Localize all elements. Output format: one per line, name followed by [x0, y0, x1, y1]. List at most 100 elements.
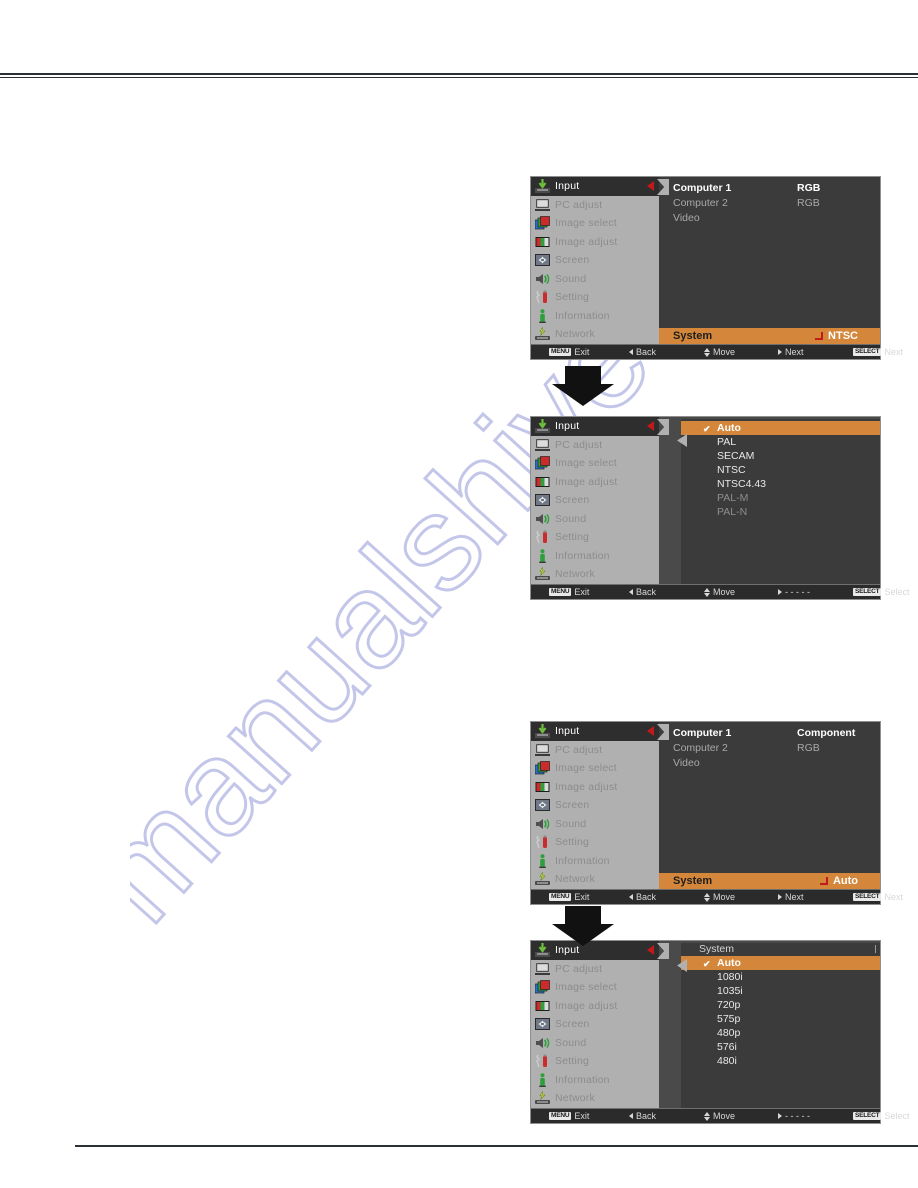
- sidebar-item-network[interactable]: Network: [531, 325, 659, 344]
- sidebar-item-image-adjust[interactable]: Image adjust: [531, 233, 659, 252]
- system-row[interactable]: System Auto: [659, 873, 880, 889]
- sidebar-item-information[interactable]: Information: [531, 1071, 659, 1090]
- status-next[interactable]: Next: [778, 347, 804, 357]
- sidebar-item-image-select[interactable]: Image select: [531, 454, 659, 473]
- image-adjust-icon: [535, 475, 550, 489]
- status-exit[interactable]: MENU Exit: [549, 587, 589, 597]
- sidebar-item-image-adjust[interactable]: Image adjust: [531, 778, 659, 797]
- info-icon: [535, 854, 550, 868]
- status-label: - - - - -: [785, 1111, 810, 1121]
- status-back[interactable]: Back: [629, 587, 656, 597]
- sidebar-item-sound[interactable]: Sound: [531, 270, 659, 289]
- table-row[interactable]: Video: [659, 756, 880, 771]
- sidebar-item-screen[interactable]: Screen: [531, 1015, 659, 1034]
- sidebar-item-pc-adjust[interactable]: PC adjust: [531, 196, 659, 215]
- table-row[interactable]: Video: [659, 211, 880, 226]
- sidebar-item-label: Network: [555, 873, 595, 886]
- sidebar-item-pc-adjust[interactable]: PC adjust: [531, 741, 659, 760]
- status-select[interactable]: SELECT Next: [853, 892, 903, 902]
- list-item[interactable]: ✔ Auto: [681, 421, 880, 435]
- status-move[interactable]: Move: [704, 1111, 735, 1121]
- sidebar-item-input[interactable]: Input: [531, 417, 659, 436]
- sidebar-item-network[interactable]: Network: [531, 1089, 659, 1108]
- status-exit[interactable]: MENU Exit: [549, 347, 589, 357]
- list-item-label: 720p: [717, 999, 741, 1011]
- list-item[interactable]: NTSC: [699, 463, 880, 477]
- list-item[interactable]: ✔ Auto: [681, 956, 880, 970]
- image-select-icon: [534, 456, 550, 470]
- sidebar-item-setting[interactable]: Setting: [531, 288, 659, 307]
- status-label: Move: [713, 892, 736, 902]
- table-row[interactable]: Computer 2 RGB: [659, 196, 880, 211]
- sidebar-item-label: PC adjust: [555, 438, 603, 451]
- option-list: ✔ Auto PAL SECAM NTSC NTSC4.43 PAL-M PAL…: [677, 419, 880, 584]
- sidebar-item-image-select[interactable]: Image select: [531, 759, 659, 778]
- sidebar-item-pc-adjust[interactable]: PC adjust: [531, 436, 659, 455]
- list-item[interactable]: 480p: [699, 1026, 880, 1040]
- image-adjust-icon: [535, 235, 550, 249]
- system-label: System: [673, 330, 713, 342]
- sidebar-item-setting[interactable]: Setting: [531, 833, 659, 852]
- status-next[interactable]: - - - - -: [778, 587, 810, 597]
- sidebar-item-setting[interactable]: Setting: [531, 1052, 659, 1071]
- sidebar-item-information[interactable]: Information: [531, 852, 659, 871]
- status-back[interactable]: Back: [629, 1111, 656, 1121]
- table-row[interactable]: Computer 1 RGB: [659, 181, 880, 196]
- list-item[interactable]: 576i: [699, 1040, 880, 1054]
- sidebar-item-image-adjust[interactable]: Image adjust: [531, 473, 659, 492]
- status-select[interactable]: SELECT Select: [853, 587, 909, 597]
- sidebar-item-screen[interactable]: Screen: [531, 796, 659, 815]
- sidebar-item-label: PC adjust: [555, 743, 603, 756]
- table-row[interactable]: Computer 2 RGB: [659, 741, 880, 756]
- sidebar-item-screen[interactable]: Screen: [531, 491, 659, 510]
- status-back[interactable]: Back: [629, 892, 656, 902]
- status-move[interactable]: Move: [704, 587, 735, 597]
- up-down-arrow-icon: [704, 587, 710, 597]
- sidebar-item-setting[interactable]: Setting: [531, 528, 659, 547]
- sidebar-item-image-adjust[interactable]: Image adjust: [531, 997, 659, 1016]
- sidebar-item-pc-adjust[interactable]: PC adjust: [531, 960, 659, 979]
- sidebar-item-sound[interactable]: Sound: [531, 815, 659, 834]
- sidebar-item-information[interactable]: Information: [531, 307, 659, 326]
- sidebar-item-input[interactable]: Input: [531, 177, 659, 196]
- system-row[interactable]: System NTSC: [659, 328, 880, 344]
- status-next[interactable]: Next: [778, 892, 804, 902]
- osd-panel-video-system-list: Input PC adjust Image select Image adjus…: [530, 416, 909, 600]
- osd-body: Input PC adjust Image select Image adjus…: [531, 941, 880, 1108]
- source-name: Computer 1: [673, 727, 732, 739]
- status-back[interactable]: Back: [629, 347, 656, 357]
- osd-sidebar: Input PC adjust Image select Image adjus…: [531, 941, 659, 1108]
- status-move[interactable]: Move: [704, 892, 735, 902]
- table-row[interactable]: Computer 1 Component: [659, 726, 880, 741]
- image-select-icon: [534, 761, 550, 775]
- status-label: Move: [713, 1111, 736, 1121]
- network-icon: [535, 566, 550, 581]
- list-item[interactable]: PAL-N: [699, 505, 880, 519]
- list-item-label: PAL-M: [717, 492, 749, 504]
- sidebar-item-screen[interactable]: Screen: [531, 251, 659, 270]
- list-item[interactable]: PAL: [699, 435, 880, 449]
- list-item[interactable]: 575p: [699, 1012, 880, 1026]
- sidebar-item-information[interactable]: Information: [531, 547, 659, 566]
- list-item[interactable]: 720p: [699, 998, 880, 1012]
- list-item[interactable]: SECAM: [699, 449, 880, 463]
- status-exit[interactable]: MENU Exit: [549, 1111, 589, 1121]
- sidebar-item-image-select[interactable]: Image select: [531, 214, 659, 233]
- list-item[interactable]: NTSC4.43: [699, 477, 880, 491]
- status-select[interactable]: SELECT Next: [853, 347, 903, 357]
- list-item[interactable]: 1035i: [699, 984, 880, 998]
- sidebar-item-sound[interactable]: Sound: [531, 510, 659, 529]
- list-item[interactable]: 1080i: [699, 970, 880, 984]
- sidebar-item-image-select[interactable]: Image select: [531, 978, 659, 997]
- status-exit[interactable]: MENU Exit: [549, 892, 589, 902]
- speaker-icon: [535, 272, 550, 286]
- sidebar-item-network[interactable]: Network: [531, 870, 659, 889]
- status-select[interactable]: SELECT Select: [853, 1111, 909, 1121]
- sidebar-item-network[interactable]: Network: [531, 565, 659, 584]
- list-item[interactable]: PAL-M: [699, 491, 880, 505]
- status-next[interactable]: - - - - -: [778, 1111, 810, 1121]
- list-item[interactable]: 480i: [699, 1054, 880, 1068]
- sidebar-item-sound[interactable]: Sound: [531, 1034, 659, 1053]
- status-move[interactable]: Move: [704, 347, 735, 357]
- sidebar-item-input[interactable]: Input: [531, 722, 659, 741]
